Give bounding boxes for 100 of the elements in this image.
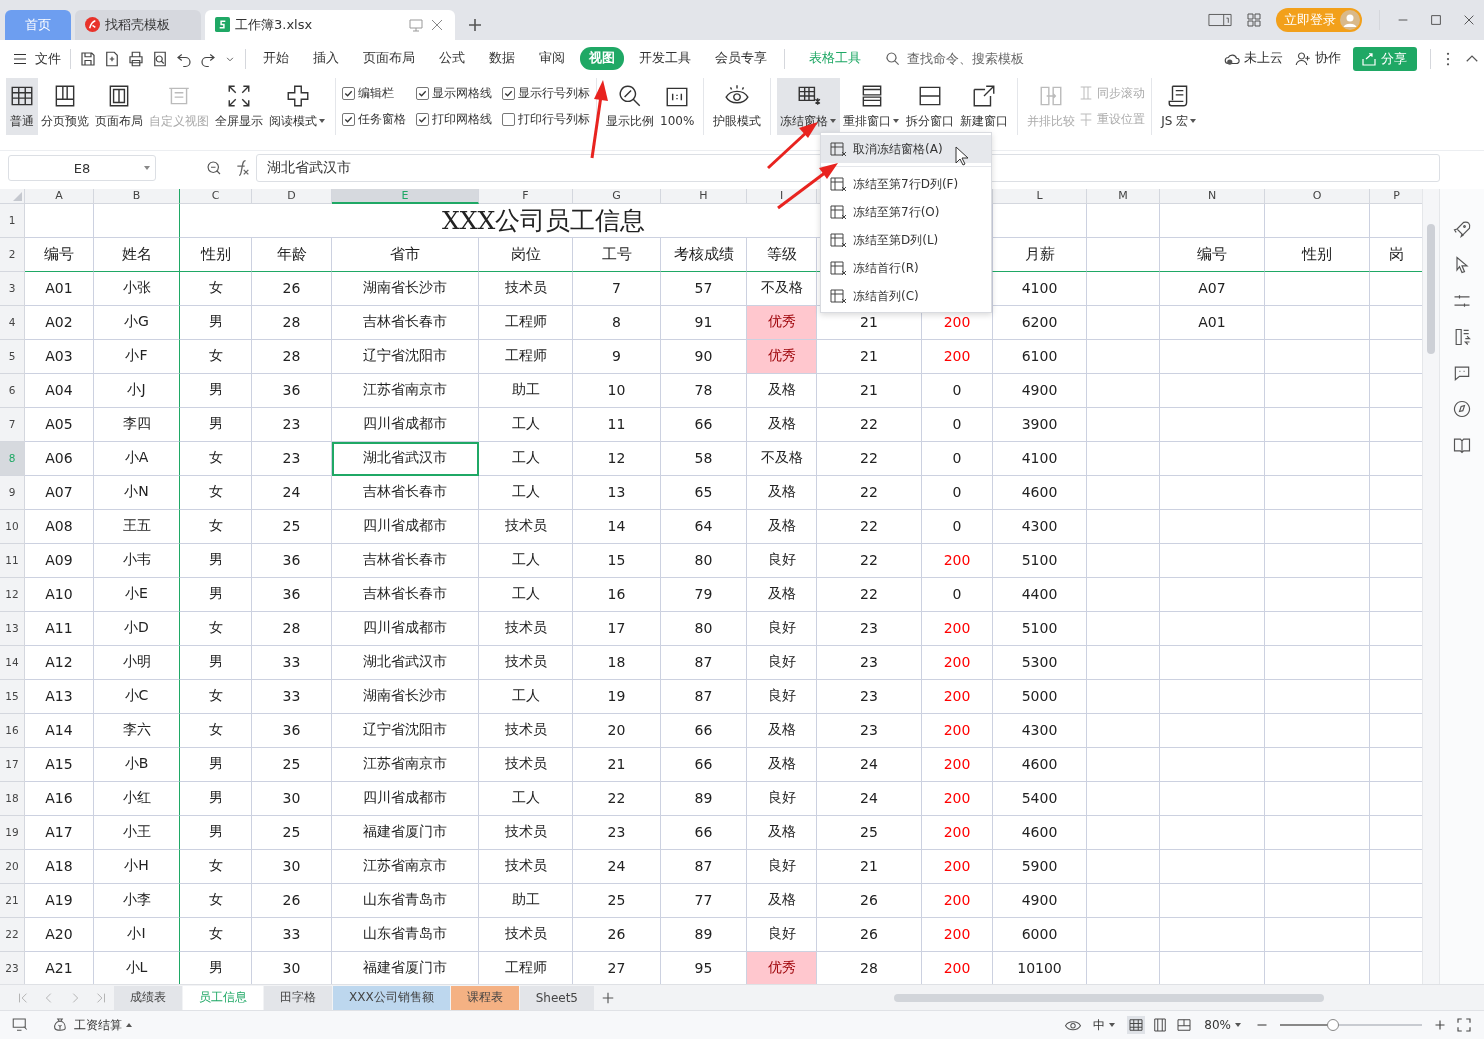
compass-icon[interactable] [1452,398,1473,419]
row-header[interactable]: 17 [0,747,25,782]
ribbon-button[interactable]: 全屏显示 [212,77,266,135]
cloud-status-button[interactable]: 未上云 [1220,49,1283,68]
menu-item[interactable]: 取消冻结窗格(A) [821,135,991,163]
menu-tab[interactable]: 会员专享 [706,47,776,71]
file-menu[interactable]: 文件 [8,49,61,68]
row-header[interactable]: 22 [0,917,25,952]
column-header[interactable]: O [1265,188,1370,204]
row-header[interactable]: 1 [0,203,25,238]
maximize-icon[interactable] [1429,12,1443,27]
row-header[interactable]: 19 [0,815,25,850]
checkbox-box[interactable] [416,113,429,126]
row-header[interactable]: 5 [0,339,25,374]
checkbox[interactable]: 打印网格线 [416,111,492,128]
save-icon[interactable] [79,49,97,68]
sheet-tab[interactable]: 课程表 [450,985,519,1010]
plus-icon[interactable] [467,16,483,33]
sheet-tab[interactable]: Sheet5 [519,985,594,1010]
ribbon-button[interactable]: 拆分窗口 [903,77,958,135]
row-header[interactable]: 10 [0,509,25,544]
menu-tab[interactable]: 插入 [304,47,348,71]
ribbon-button[interactable]: 新建窗口 [957,77,1012,135]
checkbox[interactable]: 显示行号列标 [502,84,590,102]
normal-view-icon[interactable] [1127,1016,1146,1035]
input-mode-button[interactable]: 中 [1093,1016,1117,1034]
row-header[interactable]: 16 [0,713,25,748]
rocket-icon[interactable] [1452,218,1473,239]
row-header[interactable]: 18 [0,781,25,816]
name-box[interactable]: E8 [8,155,156,182]
sheet-tab[interactable]: XXX公司销售额 [333,985,450,1010]
menu-item[interactable]: 冻结首行(R) [821,254,991,282]
checkbox[interactable]: 编辑栏 [342,84,406,102]
column-header[interactable]: N [1160,188,1265,204]
column-header[interactable]: D [252,188,332,204]
ribbon-button[interactable]: JS 宏 [1158,77,1201,135]
plus-icon[interactable] [601,990,615,1005]
ribbon-button[interactable]: 页面布局 [92,77,146,135]
document-tab[interactable]: 找稻壳模板 [75,9,201,40]
column-header[interactable]: I [747,188,817,204]
zoom-level-button[interactable]: 80% [1204,1018,1242,1033]
checkbox-box[interactable] [342,86,355,100]
menu-tab[interactable]: 页面布局 [354,47,424,71]
fullscreen-icon[interactable] [1455,1016,1473,1035]
column-header[interactable]: C [180,188,252,204]
row-header[interactable]: 7 [0,407,25,442]
collaborate-button[interactable]: 协作 [1291,49,1341,68]
column-header[interactable]: B [94,188,180,204]
menu-tab[interactable]: 审阅 [530,47,574,71]
column-header[interactable]: A [25,188,94,204]
menu-tab[interactable]: 数据 [480,47,524,71]
checkbox[interactable]: 任务窗格 [342,111,406,128]
column-header[interactable]: M [1087,188,1160,204]
column-header[interactable]: P [1370,188,1423,204]
column-header[interactable]: L [993,188,1087,204]
checkbox-box[interactable] [416,86,429,100]
column-header[interactable]: H [661,188,747,204]
menu-tab[interactable]: 开始 [254,47,298,71]
row-header[interactable]: 11 [0,543,25,578]
checkbox[interactable]: 打印行号列标 [502,111,590,128]
ribbon-button[interactable]: 重排窗口 [840,77,904,135]
row-header[interactable]: 9 [0,475,25,510]
print-preview-icon[interactable] [151,49,169,68]
row-header[interactable]: 14 [0,645,25,680]
checkbox-box[interactable] [502,113,515,126]
tablet-icon[interactable] [1208,11,1232,28]
ribbon-button[interactable]: 护眼模式 [710,77,765,135]
export-icon[interactable] [103,49,121,68]
row-header[interactable]: 20 [0,849,25,884]
mouse-cursor-icon [955,146,969,166]
print-icon[interactable] [127,49,145,68]
ribbon-button[interactable]: 阅读模式 [266,77,329,135]
checkbox-box[interactable] [502,86,515,100]
menu-tab[interactable]: 开发工具 [630,47,700,71]
ribbon-button[interactable]: 100% [657,77,698,135]
row-header[interactable]: 2 [0,237,25,272]
ribbon-button[interactable]: 分页预览 [38,77,92,135]
vertical-scrollbar[interactable] [1422,188,1440,985]
row-header[interactable]: 23 [0,951,25,985]
column-header[interactable]: F [479,188,573,204]
ribbon-button[interactable]: 显示比例 [603,77,657,135]
row-header[interactable]: 21 [0,883,25,918]
row-header[interactable]: 3 [0,271,25,306]
menu-tab[interactable]: 公式 [430,47,474,71]
row-header[interactable]: 6 [0,373,25,408]
row-header[interactable]: 12 [0,577,25,612]
macro-button[interactable]: 工资结算 [48,1016,133,1035]
checkbox-box[interactable] [342,113,355,126]
document-tab[interactable]: 工作簿3.xlsx [205,9,455,40]
checkbox[interactable]: 显示网格线 [416,84,492,102]
row-header[interactable]: 13 [0,611,25,646]
sheet-tab[interactable]: 成绩表 [114,985,182,1010]
row-header[interactable]: 15 [0,679,25,714]
row-header[interactable]: 4 [0,305,25,340]
column-header[interactable]: G [573,188,661,204]
sheet-tab[interactable]: 田字格 [264,985,332,1010]
table-cell: 79 [661,577,747,612]
slider-thumb[interactable] [1326,1019,1339,1032]
search-field[interactable]: 查找命令、搜索模板 [881,49,1049,68]
ribbon-button[interactable]: 普通 [6,77,38,135]
